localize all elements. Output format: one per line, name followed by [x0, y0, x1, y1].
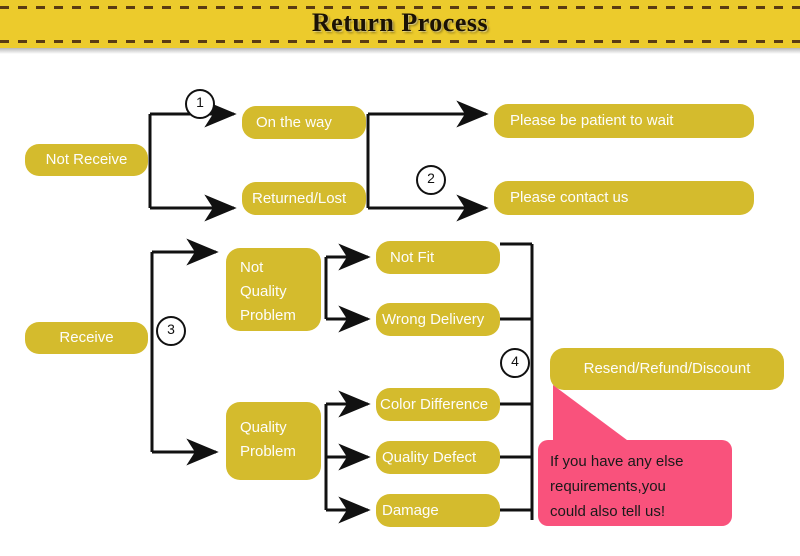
node-label: Color Difference	[380, 395, 489, 413]
node-quality-defect[interactable]: Quality Defect	[376, 441, 500, 474]
callout-bubble: If you have any else requirements,you co…	[538, 440, 732, 526]
node-label-line-2: Quality	[240, 283, 287, 300]
node-label: Returned/Lost	[252, 189, 347, 207]
node-not-fit[interactable]: Not Fit	[376, 241, 500, 274]
node-receive[interactable]: Receive	[25, 322, 148, 354]
callout-line-2: requirements,you	[550, 478, 666, 495]
node-quality-problem[interactable]: Quality Problem	[226, 402, 321, 480]
node-label: Please be patient to wait	[510, 112, 674, 129]
node-label-line-2: Problem	[240, 443, 296, 460]
header-banner: Return Process	[0, 0, 800, 54]
node-please-contact-us[interactable]: Please contact us	[494, 181, 754, 215]
step-marker-label: 3	[167, 321, 175, 337]
callout-line-1: If you have any else	[550, 453, 684, 470]
node-resend-refund-discount[interactable]: Resend/Refund/Discount	[550, 348, 784, 390]
step-marker-label: 1	[196, 94, 204, 110]
step-marker-3: 3	[156, 316, 186, 346]
node-returned-lost[interactable]: Returned/Lost	[242, 182, 366, 215]
callout-line-3: could also tell us!	[550, 503, 666, 520]
step-marker-1: 1	[185, 89, 215, 119]
step-marker-4: 4	[500, 348, 530, 378]
node-label: Please contact us	[510, 189, 629, 206]
node-label: Not Receive	[45, 151, 128, 168]
node-not-receive[interactable]: Not Receive	[25, 144, 148, 176]
step-marker-label: 4	[511, 353, 519, 369]
page-title: Return Process	[311, 8, 489, 37]
step-marker-label: 2	[427, 170, 435, 186]
node-label: Damage	[382, 501, 439, 519]
node-damage[interactable]: Damage	[376, 494, 500, 527]
header-dashed-rule-bottom	[0, 40, 800, 43]
node-on-the-way[interactable]: On the way	[242, 106, 366, 139]
node-label-line-1: Not	[240, 259, 264, 276]
node-label: Receive	[59, 329, 114, 346]
node-color-difference[interactable]: Color Difference	[376, 388, 500, 421]
node-label-line-3: Problem	[240, 307, 296, 324]
node-label: On the way	[256, 113, 332, 131]
node-label: Resend/Refund/Discount	[583, 360, 751, 377]
node-wrong-delivery[interactable]: Wrong Delivery	[376, 303, 500, 336]
node-label: Quality Defect	[382, 448, 477, 466]
node-label-line-1: Quality	[240, 419, 287, 436]
node-please-be-patient-to-wait[interactable]: Please be patient to wait	[494, 104, 754, 138]
callout-tail-icon	[553, 385, 631, 443]
node-not-quality-problem[interactable]: Not Quality Problem	[226, 248, 321, 331]
node-label: Not Fit	[390, 248, 435, 266]
step-marker-2: 2	[416, 165, 446, 195]
node-label: Wrong Delivery	[382, 310, 485, 328]
